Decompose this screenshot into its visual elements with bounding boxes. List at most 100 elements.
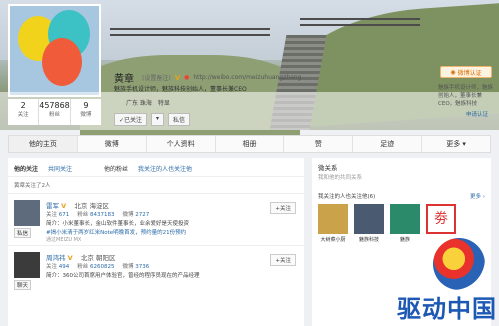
sidebar-title: 微关系 [318,164,338,172]
related-user[interactable]: 魅族科技 [354,204,384,243]
profile-action-buttons: ✓已关注 ▾ 私信 [114,113,191,126]
user-name-text: 雷军 [46,202,59,210]
user-latest-post[interactable]: #揭小米清于两岁红米Note明晚首发，预约量的21份预约 [46,228,186,236]
user-avatar[interactable] [14,252,40,278]
watermark-text: 驱动中国 [397,295,497,323]
cover-fence [110,28,270,30]
fans-count[interactable]: 6260825 [90,264,115,270]
stat-follows[interactable]: 2 关注 [8,99,40,125]
profile-url[interactable]: http://weibo.com/meizuhuangzhang [193,74,301,81]
cert-button-label: 微博认证 [457,69,482,77]
profile-company: 特显 [157,100,170,107]
profile-name-row: 黄章 (设置备注) V ● http://weibo.com/meizuhuan… [114,70,301,86]
tab-album[interactable]: 相册 [216,136,285,152]
profile-location: 广东 珠海 [126,100,152,107]
user-avatar[interactable] [14,200,40,226]
tab-home[interactable]: 他的主页 [9,136,78,152]
set-note-link[interactable]: (设置备注) [142,73,171,82]
cert-description: 魅族手机设计师，魅族创始人，董事长兼CEO，魅族科技 [438,85,494,107]
cover-fence [300,18,420,20]
watermark-logo-icon [433,238,485,290]
related-user-name: 魅族 [399,237,410,243]
subtab-common-follows[interactable]: 共同关注 [48,164,72,173]
message-button[interactable]: 私信 [168,113,191,126]
sidebar-section-title: 我关注的人也关注他(6) [318,194,376,200]
subtab-mutual-follow[interactable]: 我关注的人也关注他 [138,164,192,173]
stat-fans[interactable]: 457868 粉丝 [39,99,71,125]
user-location: 北京 朝阳区 [80,254,116,262]
stat-number: 2 [20,101,26,110]
tab-more[interactable]: 更多 ▾ [422,136,490,152]
balloon-shape [42,38,82,86]
follow-list-panel: 他的关注 共同关注 他的粉丝 我关注的人也关注他 黄章关注了2人 私信 雷军 V… [8,158,304,326]
follow-count: 黄章关注了2人 [14,183,51,189]
user-weibo: 微博 2727 [123,210,150,218]
related-user-name: 魅族科技 [358,237,379,243]
profile-tabs: 他的主页 微博 个人资料 相册 赞 足迹 更多 ▾ [8,135,491,153]
profile-name: 黄章 [114,74,134,85]
user-bio: 简介：360公司首席用户体验官，曾经的程序员现在的产品经理 [46,273,200,279]
related-user-avatar [354,204,384,234]
tab-likes[interactable]: 赞 [284,136,354,152]
tab-weibo[interactable]: 微博 [78,136,147,152]
user-fans: 粉丝 6260825 [77,262,114,270]
user-location: 北京 海淀区 [74,202,109,210]
stat-label: 微博 [80,112,92,118]
post-source: 通过MEIZU MX [46,237,82,243]
follows-count[interactable]: 671 [59,212,70,218]
follows-count[interactable]: 494 [59,264,70,270]
list-item: 私信 雷军 V 北京 海淀区 关注 671 粉丝 8437183 微博 2727… [8,193,304,245]
cert-icon: ◉ [450,68,456,76]
user-stats: 关注 671 粉丝 8437183 微博 2727 [46,210,149,218]
add-follow-button[interactable]: +关注 [270,254,296,266]
follows-label: 关注 [46,264,58,270]
related-user[interactable]: 劵 [426,204,456,243]
fans-count[interactable]: 8437183 [90,212,115,218]
related-user-name: 大树菜小厨 [320,237,346,243]
sidebar-subtitle: 我和他的共同关系 [318,175,363,181]
apply-cert-link[interactable]: 申请认证 [466,110,488,118]
weibo-label: 微博 [122,212,134,218]
stat-label: 关注 [17,112,29,118]
related-users: 大树菜小厨 魅族科技 魅族 劵 [312,204,491,243]
list-item: 聊天 周鸿祎 V 北京 朝阳区 关注 494 粉丝 6260825 微博 373… [8,245,304,297]
verified-v-icon: V [61,202,69,210]
user-name-text: 周鸿祎 [46,254,66,262]
user-name[interactable]: 雷军 V 北京 海淀区 [46,200,109,210]
weibo-count[interactable]: 3736 [135,264,149,270]
tab-footprint[interactable]: 足迹 [353,136,423,152]
followed-button[interactable]: ✓已关注 [114,113,148,126]
subtab-his-fans[interactable]: 他的粉丝 [104,164,128,173]
user-follows: 关注 494 [46,262,69,270]
sidebar-more-link[interactable]: 更多 › [470,192,485,200]
stat-label: 粉丝 [49,112,61,118]
cover-fence [110,34,270,36]
cover-fence [300,24,420,26]
stat-weibo[interactable]: 9 微博 [71,99,101,125]
weibo-label: 微博 [122,264,134,270]
user-name[interactable]: 周鸿祎 V 北京 朝阳区 [46,252,115,262]
user-fans: 粉丝 8437183 [77,210,114,218]
message-button[interactable]: 私信 [14,228,32,238]
profile-bio: 魅族手机设计师，魅族科技创始人，董事长兼CEO [114,86,247,93]
user-bio: 简介：小米董事长，金山软件董事长，业余爱好是天使投资 [46,221,190,227]
profile-location-row: 广东 珠海 特显 [126,98,170,107]
tab-profile[interactable]: 个人资料 [147,136,216,152]
fans-label: 粉丝 [77,212,89,218]
group-dropdown-button[interactable]: ▾ [151,113,165,126]
stat-number: 457868 [39,101,70,110]
verified-v-icon: V [67,254,75,262]
related-user-avatar [390,204,420,234]
profile-stats: 2 关注 457868 粉丝 9 微博 [8,99,101,125]
stat-number: 9 [83,101,89,110]
related-user[interactable]: 魅族 [390,204,420,243]
avatar[interactable] [8,4,101,97]
chat-button[interactable]: 聊天 [14,280,32,290]
follow-subtabs: 他的关注 共同关注 他的粉丝 我关注的人也关注他 [8,158,304,177]
related-user[interactable]: 大树菜小厨 [318,204,348,243]
fans-label: 粉丝 [77,264,89,270]
weibo-count[interactable]: 2727 [135,212,149,218]
add-follow-button[interactable]: +关注 [270,202,296,214]
subtab-his-follows[interactable]: 他的关注 [14,164,38,173]
weibo-cert-button[interactable]: ◉ 微博认证 [440,66,492,78]
